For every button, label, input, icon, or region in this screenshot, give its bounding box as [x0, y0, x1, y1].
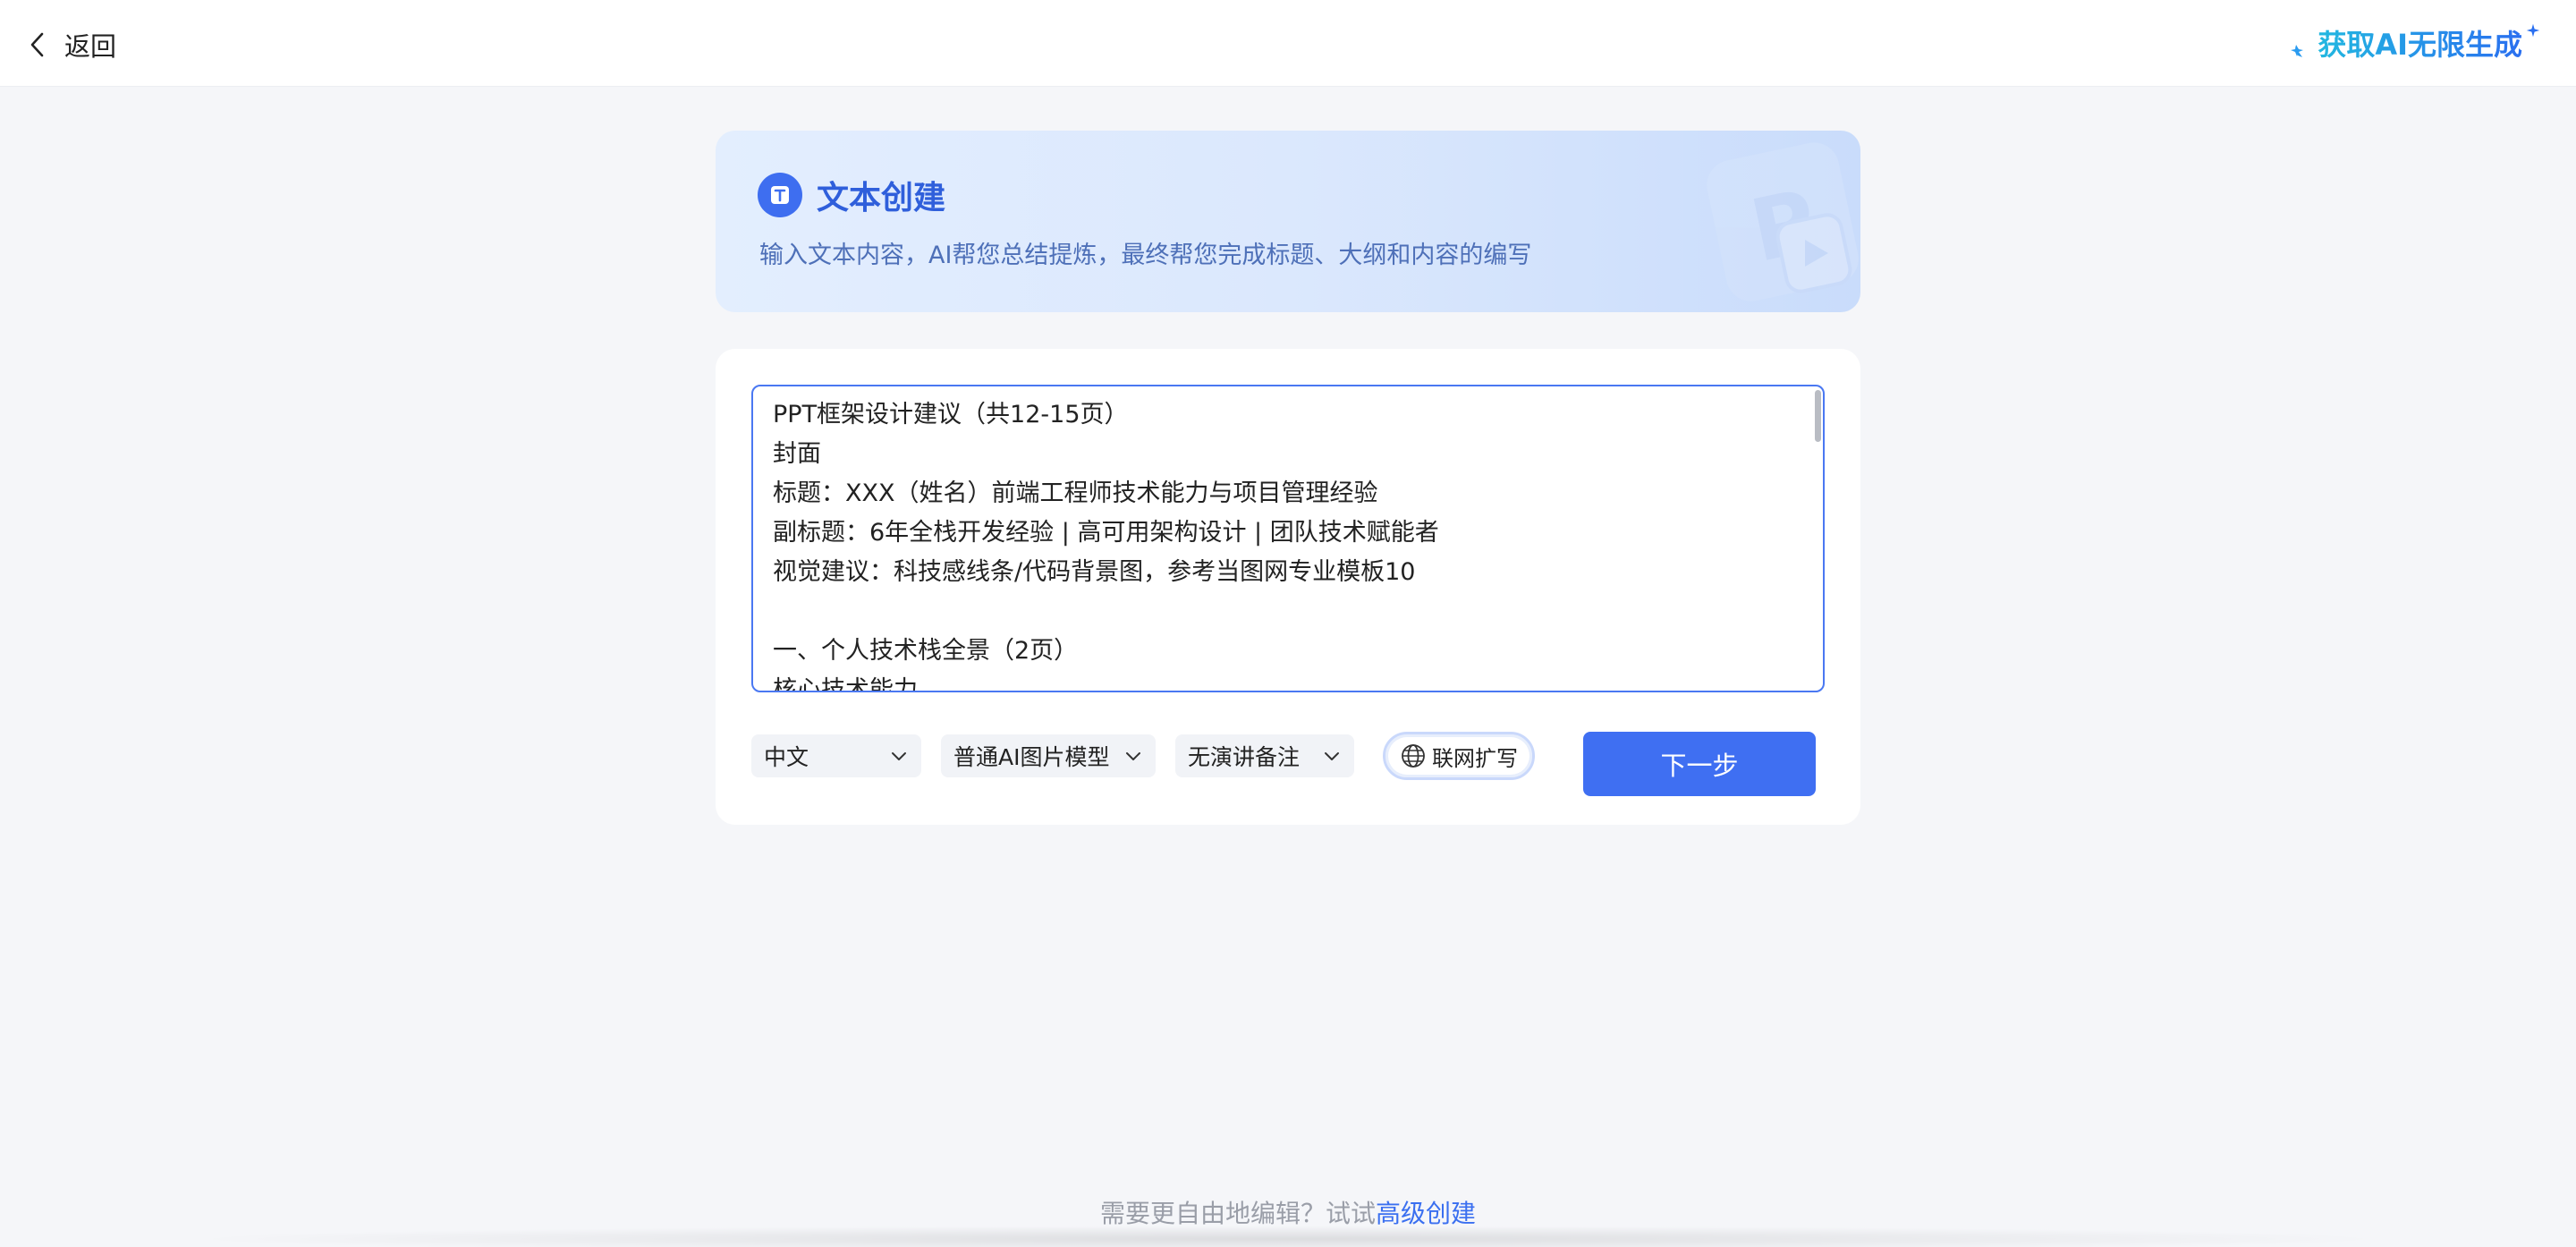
- bottom-shadow: [179, 1226, 2397, 1247]
- content-text: PPT框架设计建议（共12-15页） 封面 标题：XXX（姓名）前端工程师技术能…: [773, 401, 1439, 691]
- footer-hint-text: 需要更自由地编辑？试试: [1099, 1199, 1376, 1228]
- web-expand-label: 联网扩写: [1432, 745, 1518, 771]
- text-create-header-card: 文本创建 输入文本内容，AI帮您总结提炼，最终帮您完成标题、大纲和内容的编写 P: [716, 131, 1860, 312]
- textarea-scrollbar[interactable]: [1815, 390, 1821, 442]
- chevron-down-icon: [1325, 752, 1339, 760]
- chevron-down-icon: [1126, 752, 1140, 760]
- sparkle-icon: [2291, 45, 2304, 57]
- chevron-down-icon: [892, 752, 906, 760]
- ppt-decoration-icon: P: [1707, 142, 1859, 301]
- top-bar: 返回 获取AI无限生成: [0, 0, 2576, 87]
- content-textarea[interactable]: PPT框架设计建议（共12-15页） 封面 标题：XXX（姓名）前端工程师技术能…: [751, 385, 1825, 692]
- promo-label: 获取AI无限生成: [2318, 22, 2522, 64]
- speaker-notes-select[interactable]: 无演讲备注: [1175, 734, 1354, 777]
- web-expand-toggle[interactable]: 联网扩写: [1383, 732, 1535, 780]
- get-unlimited-ai-link[interactable]: 获取AI无限生成: [2287, 21, 2540, 64]
- star-small-icon: [2526, 23, 2540, 38]
- back-label: 返回: [64, 31, 117, 62]
- chevron-left-icon: [30, 32, 44, 57]
- language-value: 中文: [764, 744, 809, 770]
- options-row: 中文 普通AI图片模型 无演讲备注 联网扩写: [751, 732, 1535, 780]
- header-title-row: 文本创建: [758, 172, 945, 218]
- next-step-button[interactable]: 下一步: [1583, 732, 1816, 796]
- speaker-notes-value: 无演讲备注: [1188, 744, 1301, 770]
- advanced-create-link[interactable]: 高级创建: [1376, 1194, 1476, 1230]
- globe-icon: [1402, 744, 1425, 768]
- footer-hint: 需要更自由地编辑？试试 高级创建: [0, 1194, 2576, 1230]
- page-title: 文本创建: [817, 180, 946, 216]
- text-icon: [758, 173, 802, 217]
- image-model-select[interactable]: 普通AI图片模型: [941, 734, 1156, 777]
- page-description: 输入文本内容，AI帮您总结提炼，最终帮您完成标题、大纲和内容的编写: [759, 242, 1532, 269]
- back-button[interactable]: 返回: [27, 25, 116, 64]
- image-model-value: 普通AI图片模型: [953, 744, 1110, 770]
- input-card: PPT框架设计建议（共12-15页） 封面 标题：XXX（姓名）前端工程师技术能…: [716, 349, 1860, 825]
- language-select[interactable]: 中文: [751, 734, 921, 777]
